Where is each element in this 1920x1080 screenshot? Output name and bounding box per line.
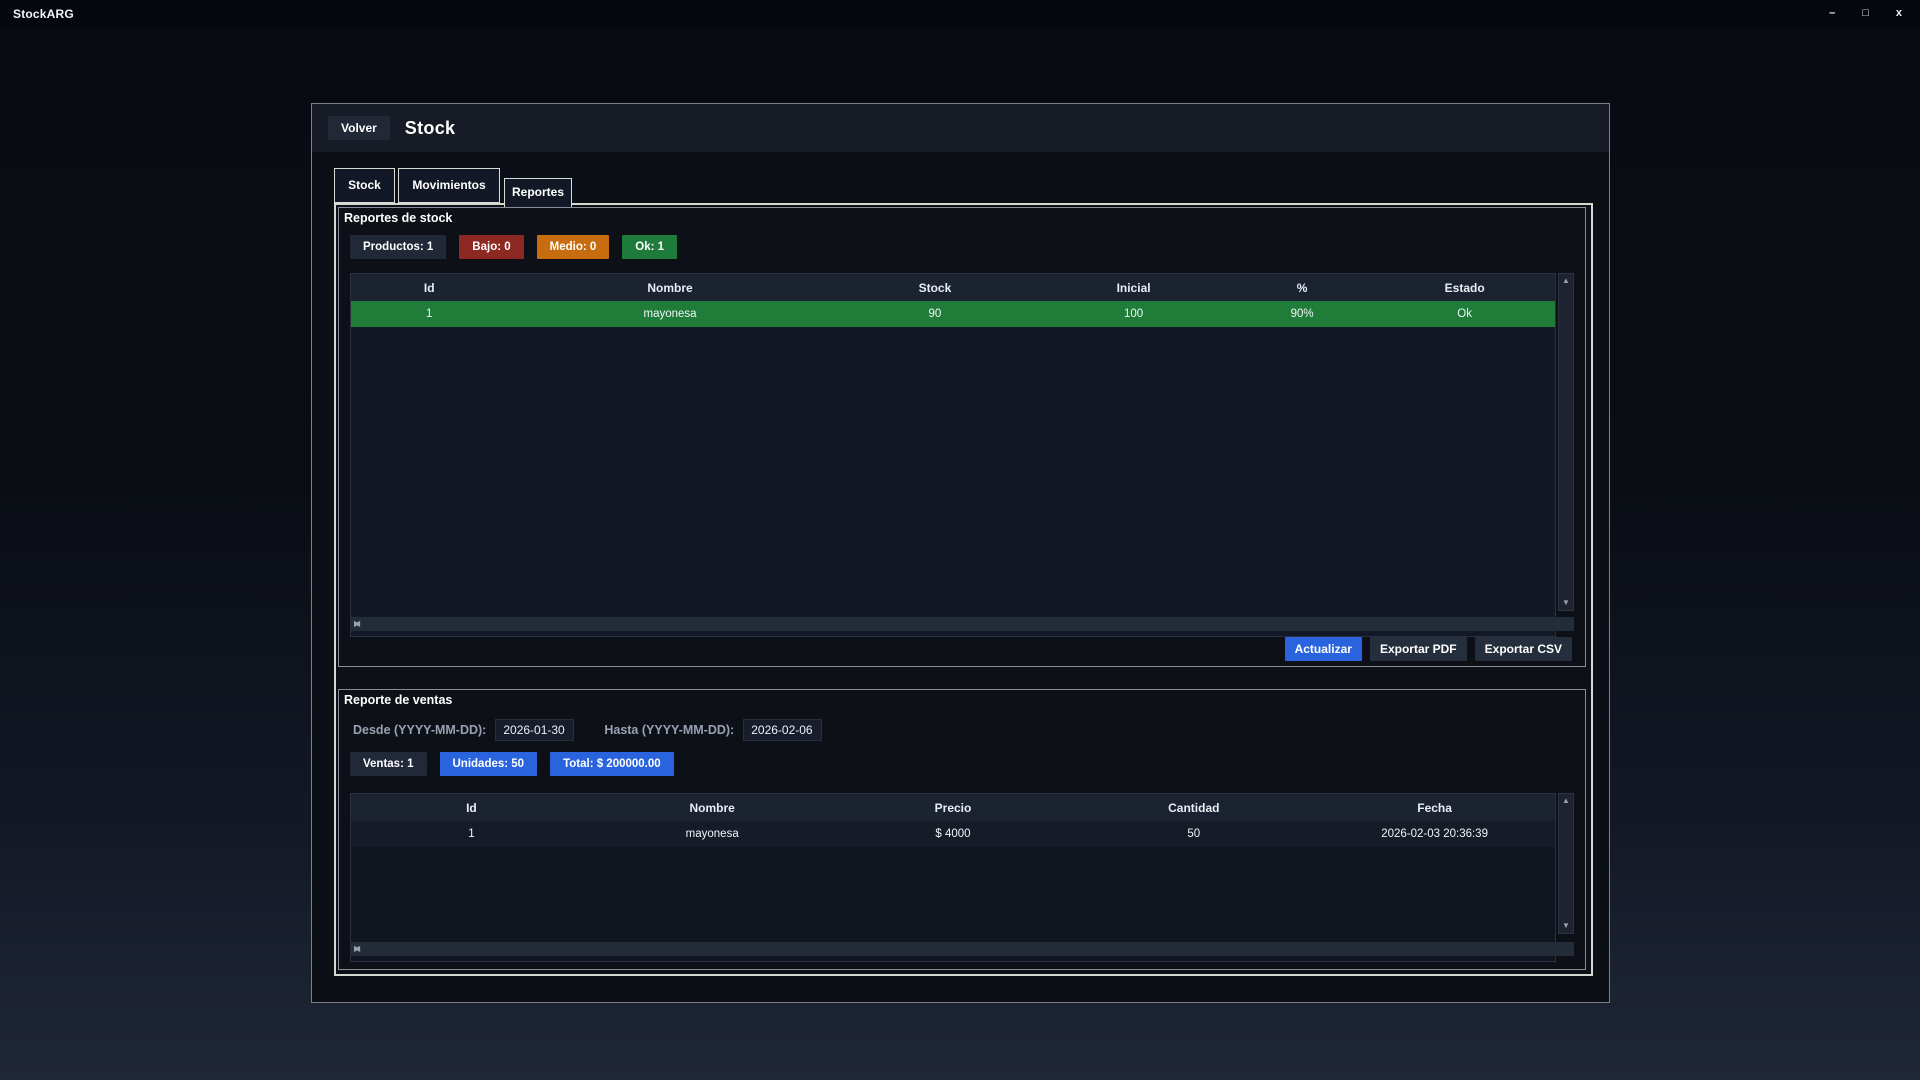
table-row[interactable]: 1 mayonesa 90 100 90% Ok xyxy=(351,301,1555,327)
panel-header: Volver Stock xyxy=(312,104,1609,152)
col-nombre[interactable]: Nombre xyxy=(508,281,833,295)
cell-id: 1 xyxy=(351,828,592,840)
tab-stock[interactable]: Stock xyxy=(334,168,395,203)
col-pct[interactable]: % xyxy=(1230,281,1374,295)
back-button[interactable]: Volver xyxy=(328,116,390,140)
sales-report-section: Reporte de ventas Desde (YYYY-MM-DD): Ha… xyxy=(338,689,1586,970)
stock-window: Volver Stock Stock Movimientos Reportes … xyxy=(311,103,1610,1003)
actualizar-button[interactable]: Actualizar xyxy=(1285,637,1362,661)
cell-fecha: 2026-02-03 20:36:39 xyxy=(1314,828,1555,840)
cell-cantidad: 50 xyxy=(1073,828,1314,840)
window-controls: – □ x xyxy=(1829,8,1920,19)
stock-report-section: Reportes de stock Productos: 1 Bajo: 0 M… xyxy=(338,207,1586,667)
cell-precio: $ 4000 xyxy=(833,828,1074,840)
stock-table-vertical-scrollbar[interactable]: ▲ ▼ xyxy=(1558,273,1574,611)
tab-movimientos[interactable]: Movimientos xyxy=(398,168,500,203)
stock-table: Id Nombre Stock Inicial % Estado 1 mayon… xyxy=(350,273,1556,637)
col-cantidad[interactable]: Cantidad xyxy=(1073,801,1314,815)
scroll-right-icon[interactable]: ▶ xyxy=(354,945,360,953)
date-from-label: Desde (YYYY-MM-DD): xyxy=(353,723,486,737)
badge-productos: Productos: 1 xyxy=(350,235,446,259)
exportar-pdf-button[interactable]: Exportar PDF xyxy=(1370,637,1467,661)
cell-inicial: 100 xyxy=(1037,308,1230,320)
col-nombre[interactable]: Nombre xyxy=(592,801,833,815)
date-from-input[interactable] xyxy=(495,719,574,741)
sales-report-title: Reporte de ventas xyxy=(344,693,452,707)
date-to-input[interactable] xyxy=(743,719,822,741)
cell-estado: Ok xyxy=(1374,308,1555,320)
cell-id: 1 xyxy=(351,308,508,320)
sales-table-header: Id Nombre Precio Cantidad Fecha xyxy=(351,794,1555,821)
badge-ventas: Ventas: 1 xyxy=(350,752,427,776)
stock-summary-badges: Productos: 1 Bajo: 0 Medio: 0 Ok: 1 xyxy=(350,235,677,259)
exportar-csv-button[interactable]: Exportar CSV xyxy=(1475,637,1572,661)
reportes-tab-content: Reportes de stock Productos: 1 Bajo: 0 M… xyxy=(334,203,1593,976)
badge-medio: Medio: 0 xyxy=(537,235,610,259)
sales-date-filters: Desde (YYYY-MM-DD): Hasta (YYYY-MM-DD): xyxy=(353,719,822,741)
date-to-label: Hasta (YYYY-MM-DD): xyxy=(604,723,734,737)
badge-bajo: Bajo: 0 xyxy=(459,235,523,259)
cell-nombre: mayonesa xyxy=(592,828,833,840)
stock-table-header: Id Nombre Stock Inicial % Estado xyxy=(351,274,1555,301)
stock-table-horizontal-scrollbar[interactable]: ◀ ▶ xyxy=(350,617,1574,631)
badge-total: Total: $ 200000.00 xyxy=(550,752,674,776)
close-icon[interactable]: x xyxy=(1896,8,1902,19)
stock-report-title: Reportes de stock xyxy=(344,211,452,225)
sales-table-vertical-scrollbar[interactable]: ▲ ▼ xyxy=(1558,793,1574,934)
col-estado[interactable]: Estado xyxy=(1374,281,1555,295)
table-row[interactable]: 1 mayonesa $ 4000 50 2026-02-03 20:36:39 xyxy=(351,821,1555,847)
titlebar: StockARG – □ x xyxy=(0,0,1920,27)
col-fecha[interactable]: Fecha xyxy=(1314,801,1555,815)
cell-stock: 90 xyxy=(833,308,1038,320)
minimize-icon[interactable]: – xyxy=(1829,8,1835,19)
scroll-down-icon[interactable]: ▼ xyxy=(1562,599,1570,607)
app-title: StockARG xyxy=(0,7,74,21)
cell-pct: 90% xyxy=(1230,308,1374,320)
stock-table-empty-area xyxy=(351,327,1555,636)
sales-table: Id Nombre Precio Cantidad Fecha 1 mayone… xyxy=(350,793,1556,962)
scroll-up-icon[interactable]: ▲ xyxy=(1562,797,1570,805)
scroll-down-icon[interactable]: ▼ xyxy=(1562,922,1570,930)
col-inicial[interactable]: Inicial xyxy=(1037,281,1230,295)
col-stock[interactable]: Stock xyxy=(833,281,1038,295)
badge-unidades: Unidades: 50 xyxy=(440,752,538,776)
cell-nombre: mayonesa xyxy=(508,308,833,320)
sales-summary-badges: Ventas: 1 Unidades: 50 Total: $ 200000.0… xyxy=(350,752,674,776)
badge-ok: Ok: 1 xyxy=(622,235,677,259)
sales-table-horizontal-scrollbar[interactable]: ◀ ▶ xyxy=(350,942,1574,956)
col-id[interactable]: Id xyxy=(351,801,592,815)
page-title: Stock xyxy=(405,118,456,139)
scroll-right-icon[interactable]: ▶ xyxy=(354,620,360,628)
col-id[interactable]: Id xyxy=(351,281,508,295)
stock-table-zone: Id Nombre Stock Inicial % Estado 1 mayon… xyxy=(350,273,1574,637)
col-precio[interactable]: Precio xyxy=(833,801,1074,815)
tab-reportes[interactable]: Reportes xyxy=(504,178,572,207)
maximize-icon[interactable]: □ xyxy=(1862,8,1869,19)
desktop: { "titlebar": { "app_title": "StockARG",… xyxy=(0,0,1920,1080)
stock-report-actions: Actualizar Exportar PDF Exportar CSV xyxy=(1285,637,1572,661)
scroll-up-icon[interactable]: ▲ xyxy=(1562,277,1570,285)
sales-table-zone: Id Nombre Precio Cantidad Fecha 1 mayone… xyxy=(350,793,1574,962)
